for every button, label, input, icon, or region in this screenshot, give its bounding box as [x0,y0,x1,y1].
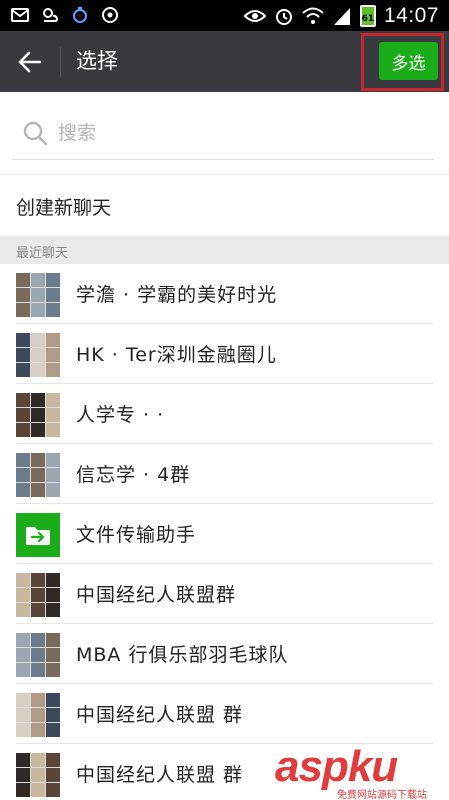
status-bar-left [10,5,120,25]
group-avatar [16,273,60,317]
chat-name: 文件传输助手 [76,524,197,546]
app-icon [102,7,118,23]
alarm-clock-icon [275,8,292,25]
status-time: 14:07 [383,3,439,27]
status-bar: 61 14:07 [0,0,449,31]
chat-list-item[interactable]: MBA 行俱乐部羽毛球队 [0,624,449,684]
chat-name: 中国经纪人联盟群 [76,584,237,606]
chat-list-item[interactable]: 学澹 · 学霸的美好时光 [0,264,449,324]
battery-level: 61 [361,13,375,24]
eye-icon [243,9,266,22]
file-transfer-icon [16,513,60,557]
create-new-chat-item[interactable]: 创建新聊天 [0,174,449,236]
chat-list-item[interactable]: HK · Ter深圳金融圈儿 [0,324,449,384]
signal-icon [333,7,350,25]
chat-list-item[interactable]: 信忘学 · 4群 [0,444,449,504]
chat-list-item[interactable]: 中国经纪人联盟群 [0,564,449,624]
chat-name: HK · Ter深圳金融圈儿 [76,344,277,366]
chat-list-item[interactable]: 中国经纪人联盟 群 [0,684,449,744]
group-avatar [16,573,60,617]
search-area [0,92,449,174]
watermark-logo: aspku 免费网站源码下载站 [275,742,449,800]
group-avatar [16,453,60,497]
group-avatar [16,633,60,677]
mail-icon [11,8,29,22]
search-bar[interactable] [12,108,434,160]
group-avatar [16,393,60,437]
watermark-text: aspku [275,742,398,791]
chat-name: 中国经纪人联盟 群 [76,764,244,786]
page-title: 选择 [76,49,118,73]
group-avatar [16,753,60,797]
watermark-subtext: 免费网站源码下载站 [337,790,427,800]
status-bar-right: 61 14:07 [243,2,439,29]
back-arrow-icon [18,51,42,73]
wifi-icon [302,7,324,24]
battery-icon: 61 [359,4,376,27]
group-avatar [16,693,60,737]
chat-name: 人学专 · · [76,404,165,426]
back-button[interactable] [12,45,48,79]
search-input[interactable] [58,118,418,148]
group-avatar [16,333,60,377]
chat-name: 学澹 · 学霸的美好时光 [76,284,278,306]
multi-select-button[interactable]: 多选 [379,42,438,80]
chat-list-item[interactable]: 人学专 · · [0,384,449,444]
recent-chats-header: 最近聊天 [0,236,449,264]
chat-name: 信忘学 · 4群 [76,464,191,486]
alarm-app-icon [73,7,87,23]
nav-divider [60,47,61,77]
recent-chat-list: 学澹 · 学霸的美好时光 HK · Ter深圳金融圈儿 人学专 · · 信忘学 · 4… [0,264,449,800]
recent-chats-label: 最近聊天 [16,246,69,261]
chat-name: MBA 行俱乐部羽毛球队 [76,644,289,666]
chat-list-item[interactable]: 文件传输助手 [0,504,449,564]
search-icon [23,121,48,146]
weather-icon [43,8,58,22]
chat-name: 中国经纪人联盟 群 [76,704,244,726]
create-new-chat-label: 创建新聊天 [16,197,112,219]
